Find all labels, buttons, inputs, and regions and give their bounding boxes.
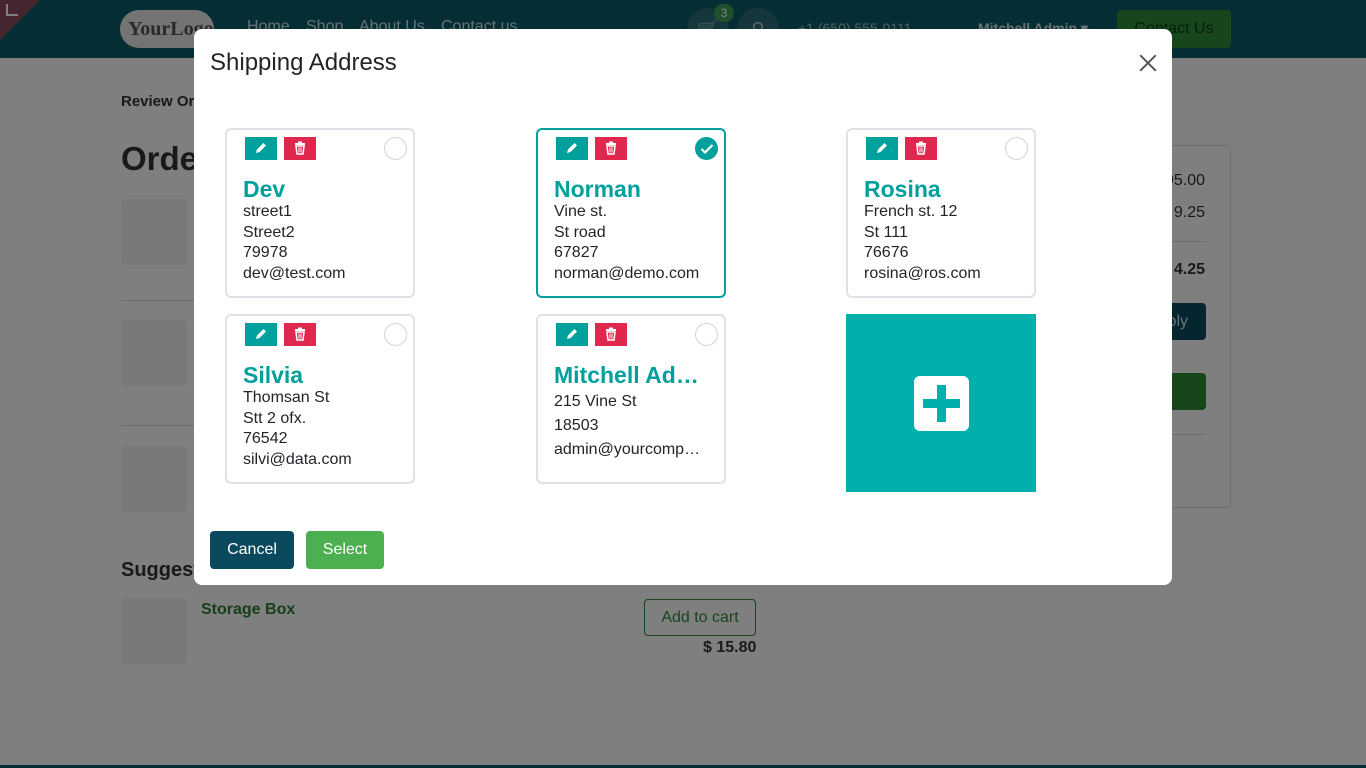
add-address-card[interactable] bbox=[846, 314, 1036, 492]
edit-address-button[interactable] bbox=[865, 136, 899, 161]
address-line: Vine st. bbox=[554, 203, 608, 220]
delete-address-button[interactable] bbox=[904, 136, 938, 161]
address-name: Dev bbox=[243, 176, 286, 202]
address-card-dev[interactable]: Dev street1 Street2 79978 dev@test.com bbox=[225, 128, 415, 298]
address-name: Norman bbox=[554, 176, 641, 202]
address-line: St 111 bbox=[864, 223, 908, 241]
address-name: Mitchell Ad… bbox=[554, 362, 699, 388]
pencil-icon bbox=[567, 143, 577, 153]
pencil-icon bbox=[567, 329, 577, 339]
address-details: French st. 12 St 111 76676 rosina@ros.co… bbox=[864, 202, 1026, 284]
address-card-mitchell[interactable]: Mitchell Ad… 215 Vine St 18503 admin@you… bbox=[536, 314, 726, 484]
address-line: 76542 bbox=[243, 430, 288, 447]
address-radio[interactable] bbox=[384, 137, 407, 160]
delete-address-button[interactable] bbox=[283, 322, 317, 347]
address-email: rosina@ros.com bbox=[864, 264, 981, 282]
address-line: 215 Vine St bbox=[554, 393, 637, 410]
address-card-rosina[interactable]: Rosina French st. 12 St 111 76676 rosina… bbox=[846, 128, 1036, 298]
address-line: French st. 12 bbox=[864, 203, 958, 220]
address-line: street1 bbox=[243, 203, 292, 220]
cancel-button[interactable]: Cancel bbox=[210, 531, 294, 569]
select-button[interactable]: Select bbox=[306, 531, 384, 569]
address-email: dev@test.com bbox=[243, 264, 346, 282]
address-line: St road bbox=[554, 223, 606, 241]
delete-address-button[interactable] bbox=[594, 322, 628, 347]
delete-address-button[interactable] bbox=[594, 136, 628, 161]
edit-address-button[interactable] bbox=[244, 322, 278, 347]
address-line: 18503 bbox=[554, 417, 599, 434]
address-email: admin@yourcomp… bbox=[554, 441, 701, 458]
address-email: norman@demo.com bbox=[554, 264, 700, 282]
plus-icon bbox=[914, 376, 969, 431]
address-radio[interactable] bbox=[1005, 137, 1028, 160]
address-card-silvia[interactable]: Silvia Thomsan St Stt 2 ofx. 76542 silvi… bbox=[225, 314, 415, 484]
trash-icon bbox=[606, 327, 616, 341]
address-details: Thomsan St Stt 2 ofx. 76542 silvi@data.c… bbox=[243, 388, 405, 470]
shipping-address-dialog: Shipping Address Dev street1 Street2 799… bbox=[194, 29, 1172, 585]
address-radio-selected[interactable] bbox=[695, 137, 718, 160]
trash-icon bbox=[606, 141, 616, 155]
trash-icon bbox=[295, 141, 305, 155]
address-line: Stt 2 ofx. bbox=[243, 409, 307, 427]
address-name: Silvia bbox=[243, 362, 304, 388]
address-details: 215 Vine St 18503 admin@yourcomp… bbox=[554, 390, 716, 462]
edit-address-button[interactable] bbox=[244, 136, 278, 161]
address-details: street1 Street2 79978 dev@test.com bbox=[243, 202, 405, 284]
address-details: Vine st. St road 67827 norman@demo.com bbox=[554, 202, 716, 284]
dialog-title: Shipping Address bbox=[210, 49, 397, 76]
pencil-icon bbox=[877, 143, 887, 153]
address-line: 79978 bbox=[243, 244, 288, 261]
address-line: 76676 bbox=[864, 244, 909, 261]
address-radio[interactable] bbox=[384, 323, 407, 346]
address-line: Thomsan St bbox=[243, 389, 330, 406]
delete-address-button[interactable] bbox=[283, 136, 317, 161]
edit-address-button[interactable] bbox=[555, 322, 589, 347]
address-card-norman[interactable]: Norman Vine st. St road 67827 norman@dem… bbox=[536, 128, 726, 298]
check-icon bbox=[700, 144, 714, 155]
address-line: Street2 bbox=[243, 223, 295, 241]
trash-icon bbox=[295, 327, 305, 341]
pencil-icon bbox=[256, 143, 266, 153]
address-email: silvi@data.com bbox=[243, 450, 352, 468]
address-name: Rosina bbox=[864, 176, 941, 202]
edit-address-button[interactable] bbox=[555, 136, 589, 161]
address-radio[interactable] bbox=[695, 323, 718, 346]
address-line: 67827 bbox=[554, 244, 599, 261]
close-icon[interactable] bbox=[1136, 51, 1160, 75]
trash-icon bbox=[916, 141, 926, 155]
pencil-icon bbox=[256, 329, 266, 339]
